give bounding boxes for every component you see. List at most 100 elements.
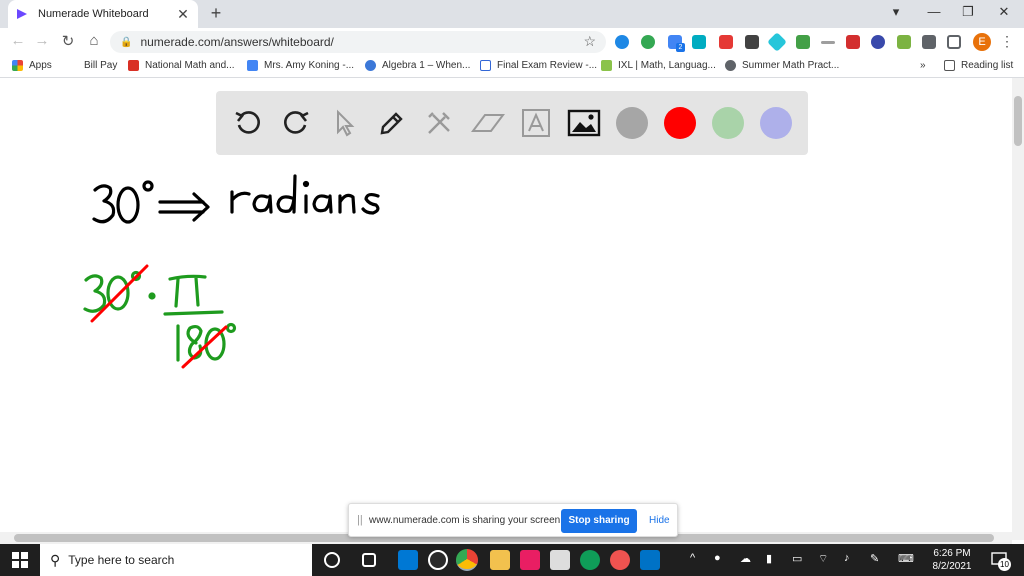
bookmark-favicon-icon [247, 60, 258, 71]
wordpress-icon [365, 60, 376, 71]
bookmark-item[interactable]: Bill Pay [84, 60, 117, 71]
bookmark-item[interactable]: Algebra 1 – When... [365, 60, 470, 71]
reading-list[interactable]: Reading list [944, 60, 1013, 71]
media-app-icon[interactable] [428, 550, 448, 570]
apps-grid-icon [12, 60, 23, 71]
cast-icon[interactable] [947, 35, 961, 49]
notification-count: 10 [998, 558, 1011, 571]
bookmark-item[interactable]: IXL | Math, Languag... [601, 60, 716, 71]
taskbar-search-input[interactable]: ⚲ Type here to search [40, 544, 312, 576]
lock-icon: 🔒 [120, 36, 133, 48]
back-icon[interactable]: ← [8, 32, 28, 49]
bookmark-item[interactable]: Mrs. Amy Koning -... [247, 60, 354, 71]
pdf-extension-icon[interactable] [846, 35, 860, 49]
tab-title: Numerade Whiteboard [38, 8, 149, 20]
reading-list-icon [944, 60, 955, 71]
vertical-scrollbar[interactable] [1012, 78, 1024, 540]
share-message: www.numerade.com is sharing your screen. [369, 515, 563, 526]
extension-badge: 2 [676, 43, 685, 52]
extension-icon[interactable] [745, 35, 759, 49]
tray-app-icon[interactable]: ● [714, 552, 721, 564]
extension-icon[interactable] [719, 35, 733, 49]
outlook-icon[interactable] [640, 550, 660, 570]
screen-share-bar: || www.numerade.com is sharing your scre… [348, 503, 678, 537]
windows-start-button[interactable] [0, 544, 40, 576]
scrollbar-thumb[interactable] [1014, 96, 1022, 146]
bookmark-item[interactable]: Final Exam Review -... [480, 60, 597, 71]
ixl-icon [601, 60, 612, 71]
extension-icon[interactable] [871, 35, 885, 49]
extension-icon[interactable] [692, 35, 706, 49]
bookmark-favicon-icon [480, 60, 491, 71]
task-view-icon[interactable] [362, 553, 376, 567]
tab-search-icon[interactable]: ▾ [886, 4, 906, 20]
close-window-button[interactable]: ✕ [994, 4, 1014, 20]
handwriting-layer [83, 174, 380, 369]
onedrive-icon[interactable]: ☁ [740, 552, 751, 565]
taskbar-clock[interactable]: 6:26 PM 8/2/2021 [924, 547, 980, 573]
menu-icon[interactable]: ⋮ [1000, 33, 1014, 50]
bookmark-label: Mrs. Amy Koning -... [264, 60, 355, 71]
bookmark-label: Summer Math Pract... [742, 60, 840, 71]
stop-sharing-button[interactable]: Stop sharing [561, 509, 637, 533]
pen-workspace-icon[interactable]: ✎ [870, 552, 879, 565]
bookmark-label: National Math and... [145, 60, 235, 71]
bookmark-label: Apps [29, 60, 52, 71]
wifi-icon[interactable]: ⌔ [818, 552, 828, 566]
search-icon: ⚲ [50, 551, 61, 568]
handwritten-question [92, 174, 380, 224]
tray-app-icon[interactable]: ▮ [766, 552, 772, 565]
mail-app-icon[interactable] [398, 550, 418, 570]
reload-icon[interactable]: ↻ [58, 32, 78, 50]
bookmark-label: Final Exam Review -... [497, 60, 598, 71]
app-icon[interactable] [610, 550, 630, 570]
reading-list-label: Reading list [961, 60, 1014, 71]
bookmark-label: IXL | Math, Languag... [618, 60, 716, 71]
hide-button[interactable]: Hide [649, 515, 670, 526]
drag-handle-icon[interactable]: || [357, 514, 363, 526]
extension-icon[interactable] [615, 35, 629, 49]
address-bar[interactable]: 🔒 numerade.com/answers/whiteboard/ ☆ [110, 31, 606, 53]
puzzle-icon[interactable] [922, 35, 936, 49]
bookmark-label: Bill Pay [84, 60, 118, 71]
clock-date: 8/2/2021 [932, 561, 972, 572]
show-hidden-icons[interactable]: ^ [690, 552, 695, 564]
file-explorer-icon[interactable] [490, 550, 510, 570]
battery-icon[interactable]: ▭ [792, 552, 802, 565]
browser-tab[interactable]: Numerade Whiteboard ✕ [8, 0, 198, 28]
paint-app-icon[interactable] [520, 550, 540, 570]
forward-icon[interactable]: → [32, 32, 52, 49]
keyboard-icon[interactable]: ⌨ [898, 552, 914, 565]
bookmark-apps[interactable]: Apps [12, 60, 52, 71]
numerade-logo-icon [17, 9, 27, 19]
home-icon[interactable]: ⌂ [84, 32, 104, 49]
clock-time: 6:26 PM [933, 548, 971, 559]
bookmarks-bar: Apps Bill Pay National Math and... Mrs. … [0, 56, 1024, 78]
tab-strip: Numerade Whiteboard ✕ + ▾ — ❐ ✕ [0, 0, 1024, 28]
bookmark-label: Algebra 1 – When... [382, 60, 471, 71]
address-text: numerade.com/answers/whiteboard/ [140, 35, 334, 49]
bookmark-item[interactable]: Summer Math Pract... [725, 60, 839, 71]
edge-icon[interactable] [580, 550, 600, 570]
profile-avatar[interactable]: E [973, 33, 991, 51]
volume-icon[interactable]: ♪ [844, 552, 850, 564]
notifications-button[interactable]: 10 [990, 550, 1011, 571]
chrome-icon[interactable] [456, 549, 478, 571]
bookmark-item[interactable]: National Math and... [128, 60, 235, 71]
bookmarks-overflow[interactable]: » [920, 60, 926, 71]
bookmark-favicon-icon [725, 60, 736, 71]
close-tab-icon[interactable]: ✕ [176, 6, 190, 23]
restore-button[interactable]: ❐ [958, 4, 978, 20]
new-tab-button[interactable]: + [206, 3, 226, 24]
minimize-button[interactable]: — [924, 4, 944, 19]
store-icon[interactable] [550, 550, 570, 570]
search-placeholder: Type here to search [68, 553, 175, 567]
extension-icon[interactable] [897, 35, 911, 49]
windows-taskbar: ⚲ Type here to search ^ ● ☁ ▮ ▭ ⌔ ♪ ✎ ⌨ … [0, 544, 1024, 576]
extension-icon[interactable] [796, 35, 810, 49]
cortana-icon[interactable] [324, 552, 340, 568]
whiteboard-canvas[interactable] [0, 78, 1012, 540]
bookmark-star-icon[interactable]: ☆ [583, 33, 596, 50]
extension-icon[interactable] [641, 35, 655, 49]
extension-icon[interactable] [821, 41, 835, 44]
